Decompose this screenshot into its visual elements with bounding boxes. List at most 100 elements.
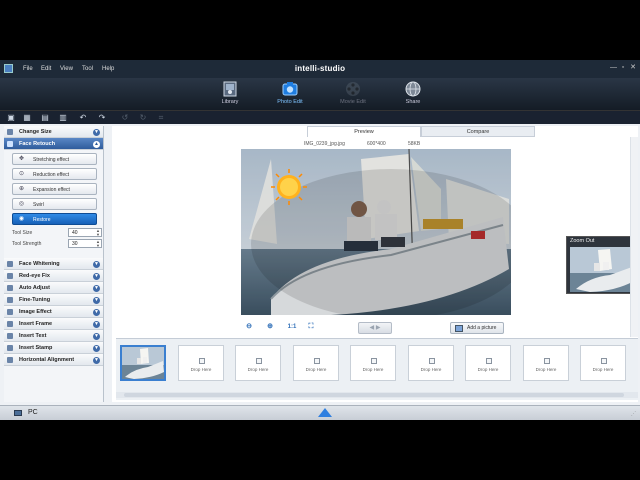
zoom-out-thumbnail[interactable] (570, 247, 634, 292)
drop-label: Drop Here (420, 367, 442, 372)
tray-slot-drop[interactable]: Drop Here (350, 345, 396, 381)
swirl-button[interactable]: ◎ Swirl (12, 198, 97, 210)
section-label: Horizontal Alignment (19, 357, 75, 363)
drop-icon (429, 358, 435, 364)
tab-compare[interactable]: Compare (421, 126, 535, 137)
undo-button[interactable]: ↶ (78, 113, 88, 123)
vertical-scrollbar[interactable] (630, 137, 638, 337)
fine-tuning-icon (7, 297, 13, 303)
photo-canvas[interactable] (241, 149, 511, 315)
tray-thumbnail-image (122, 347, 164, 379)
mode-toolbar: Library Photo Edit Movie Edit Share (0, 78, 640, 110)
print-icon[interactable]: ▥ (58, 113, 68, 123)
menu-tool[interactable]: Tool (82, 66, 93, 72)
drop-label: Drop Here (305, 367, 327, 372)
menu-view[interactable]: View (60, 66, 73, 72)
tray-scroll-thumb[interactable] (124, 393, 624, 397)
section-label: Insert Text (19, 333, 47, 339)
tool-strength-label: Tool Strength (12, 241, 42, 247)
menu-help[interactable]: Help (102, 66, 114, 72)
menu-file[interactable]: File (23, 66, 33, 72)
save-icon[interactable]: ▣ (6, 113, 16, 123)
expansion-effect-button[interactable]: ⊕ Expansion effect (12, 183, 97, 195)
pc-label[interactable]: PC (28, 409, 38, 416)
tray-slot-drop[interactable]: Drop Here (178, 345, 224, 381)
zoom-in-icon[interactable]: ⊕ (264, 321, 276, 333)
drop-icon (601, 358, 607, 364)
effect-label: Expansion effect (33, 187, 70, 193)
section-horizontal-alignment[interactable]: Horizontal Alignment ▼ (4, 354, 103, 366)
face-retouch-icon (7, 141, 13, 147)
tool-size-field[interactable]: 40 ▲ ▼ (68, 228, 102, 237)
pc-icon (14, 410, 22, 416)
close-button[interactable]: ✕ (630, 64, 636, 71)
tray-slot-drop[interactable]: Drop Here (293, 345, 339, 381)
effect-label: Restore (33, 217, 51, 223)
previous-image-button[interactable]: ◀ ▶ (358, 322, 392, 334)
auto-adjust-icon (7, 285, 13, 291)
mode-library[interactable]: Library (210, 80, 250, 108)
chevron-down-icon: ▼ (93, 321, 100, 328)
tray-scrollbar[interactable] (116, 392, 638, 398)
section-label: Change Size (19, 129, 52, 135)
section-insert-frame[interactable]: Insert Frame ▼ (4, 318, 103, 330)
tray-slot-drop[interactable]: Drop Here (408, 345, 454, 381)
redo-button[interactable]: ↷ (97, 113, 107, 123)
drop-label: Drop Here (190, 367, 212, 372)
resize-grip-icon[interactable]: ⋰ (631, 411, 636, 417)
section-change-size[interactable]: Change Size ▼ (4, 126, 103, 138)
section-red-eye-fix[interactable]: Red-eye Fix ▼ (4, 270, 103, 282)
fit-screen-icon[interactable]: ⛶ (305, 321, 317, 333)
effect-label: Stretching effect (33, 157, 70, 163)
stretching-effect-button[interactable]: ✥ Stretching effect (12, 153, 97, 165)
edit-toolbar: ▣ ▦ ▤ ▥ ↶ ↷ ↺ ↻ ⌗ (0, 110, 640, 124)
menu-bar: File Edit View Tool Help intelli-studio … (0, 60, 640, 78)
file-size: 58KB (408, 141, 421, 147)
sailboat-photo (241, 149, 511, 315)
section-insert-text[interactable]: Insert Text ▼ (4, 330, 103, 342)
crop-icon[interactable]: ⌗ (156, 113, 166, 123)
add-picture-button[interactable]: Add a picture (450, 322, 504, 334)
tray-slot-drop[interactable]: Drop Here (580, 345, 626, 381)
section-label: Face Retouch (19, 141, 56, 147)
zoom-out-navigator[interactable]: Zoom Out (566, 236, 636, 294)
mode-photo-edit[interactable]: Photo Edit (270, 80, 310, 108)
section-image-effect[interactable]: Image Effect ▼ (4, 306, 103, 318)
section-face-whitening[interactable]: Face Whitening ▼ (4, 258, 103, 270)
export-icon[interactable]: ▦ (22, 113, 32, 123)
section-fine-tuning[interactable]: Fine-Tuning ▼ (4, 294, 103, 306)
restore-button[interactable]: ◉ Restore (12, 213, 97, 225)
rotate-left-icon[interactable]: ↺ (120, 113, 130, 123)
zoom-out-icon[interactable]: ⊖ (243, 321, 255, 333)
tray-slot-drop[interactable]: Drop Here (523, 345, 569, 381)
drop-label: Drop Here (592, 367, 614, 372)
tray-slot-photo[interactable] (120, 345, 166, 381)
expansion-icon: ⊕ (18, 186, 25, 192)
section-face-retouch[interactable]: Face Retouch ▲ (4, 138, 103, 150)
actual-size-button[interactable]: 1:1 (284, 321, 300, 333)
tool-strength-spinner[interactable]: ▲ ▼ (96, 240, 100, 248)
tool-strength-value: 30 (72, 241, 78, 247)
mode-share[interactable]: Share (393, 80, 433, 108)
maximize-button[interactable]: ▫ (620, 64, 626, 71)
app-icon[interactable] (4, 64, 13, 73)
menu-edit[interactable]: Edit (41, 66, 51, 72)
expand-up-arrow-icon[interactable] (318, 408, 332, 417)
section-insert-stamp[interactable]: Insert Stamp ▼ (4, 342, 103, 354)
tool-size-value: 40 (72, 230, 78, 236)
rotate-right-icon[interactable]: ↻ (138, 113, 148, 123)
reduction-effect-button[interactable]: ⊙ Reduction effect (12, 168, 97, 180)
tool-size-spinner[interactable]: ▲ ▼ (96, 229, 100, 237)
mode-movie-edit-label: Movie Edit (340, 99, 366, 105)
tab-preview[interactable]: Preview (307, 126, 421, 137)
drop-label: Drop Here (362, 367, 384, 372)
tool-strength-field[interactable]: 30 ▲ ▼ (68, 239, 102, 248)
tray-slot-drop[interactable]: Drop Here (235, 345, 281, 381)
tray-slot-drop[interactable]: Drop Here (465, 345, 511, 381)
save-as-icon[interactable]: ▤ (40, 113, 50, 123)
section-auto-adjust[interactable]: Auto Adjust ▼ (4, 282, 103, 294)
minimize-button[interactable]: — (610, 64, 617, 71)
mode-movie-edit[interactable]: Movie Edit (333, 80, 373, 108)
section-label: Face Whitening (19, 261, 60, 267)
swirl-icon: ◎ (18, 201, 25, 207)
